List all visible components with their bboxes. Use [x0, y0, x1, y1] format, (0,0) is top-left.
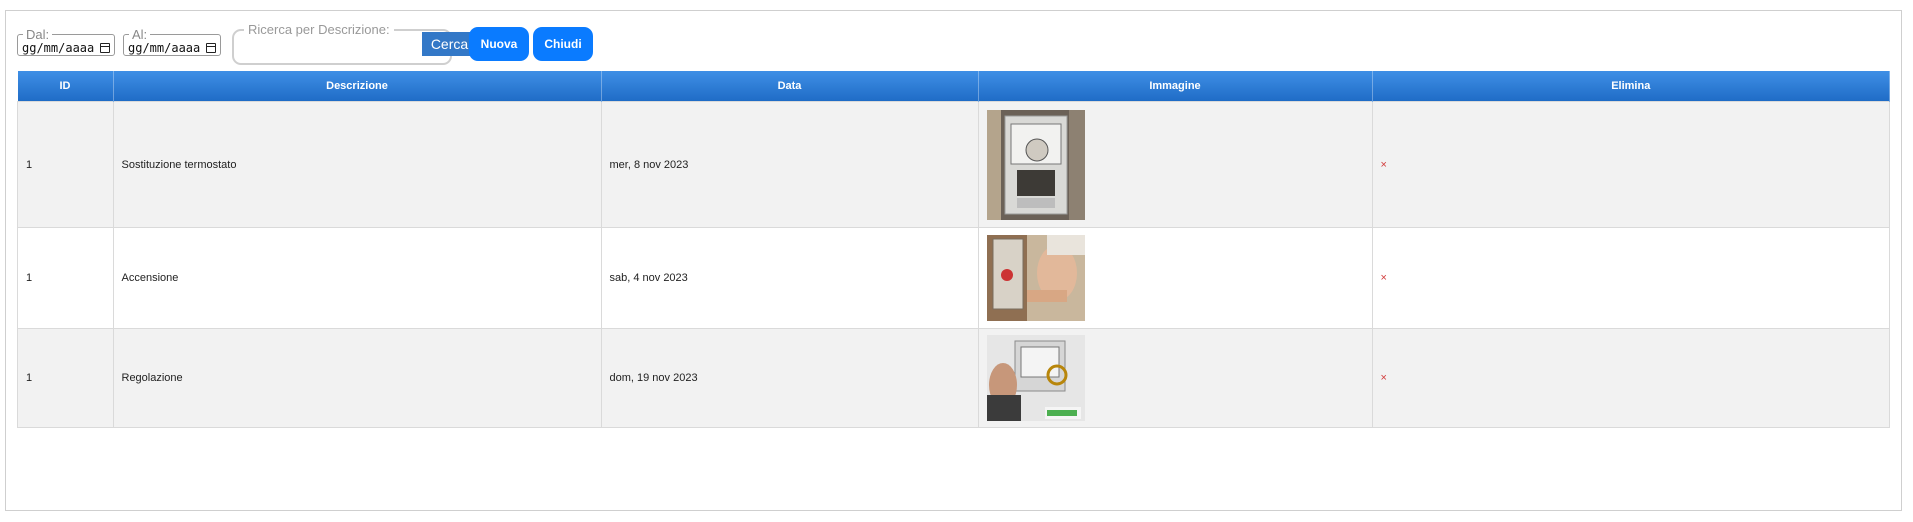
column-header-description[interactable]: Descrizione	[113, 71, 602, 102]
boiler-thumbnail[interactable]	[986, 335, 1085, 421]
delete-icon[interactable]: ×	[1381, 372, 1387, 384]
column-header-delete[interactable]: Elimina	[1372, 71, 1890, 102]
search-label: Ricerca per Descrizione:	[248, 22, 390, 37]
cell-image	[977, 328, 1373, 428]
cell-id: 1	[17, 227, 114, 329]
cell-date: mer, 8 nov 2023	[600, 101, 979, 228]
date-from-input[interactable]: gg/mm/aaaa	[22, 41, 94, 55]
cell-date: dom, 19 nov 2023	[600, 328, 979, 428]
cell-description: Sostituzione termostato	[112, 101, 602, 228]
calendar-icon[interactable]	[100, 43, 111, 53]
cell-id: 1	[17, 328, 114, 428]
cell-delete[interactable]: ×	[1371, 101, 1890, 228]
column-header-id[interactable]: ID	[17, 71, 114, 102]
cell-date: sab, 4 nov 2023	[600, 227, 979, 329]
delete-icon[interactable]: ×	[1381, 159, 1387, 171]
main-panel: Dal: gg/mm/aaaa Al: gg/mm/aaaa Ricerca p…	[5, 10, 1902, 511]
search-input[interactable]	[240, 37, 448, 55]
records-table: ID Descrizione Data Immagine Elimina 1 S…	[17, 71, 1890, 428]
cell-description: Regolazione	[112, 328, 602, 428]
date-to-label: Al:	[132, 27, 148, 42]
cell-image	[977, 101, 1373, 228]
filter-bar: Dal: gg/mm/aaaa Al: gg/mm/aaaa Ricerca p…	[17, 22, 817, 74]
date-to-input[interactable]: gg/mm/aaaa	[128, 41, 200, 55]
cell-description: Accensione	[112, 227, 602, 329]
date-from-label: Dal:	[26, 27, 50, 42]
boiler-thumbnail[interactable]	[986, 235, 1085, 321]
table-row[interactable]: 1 Regolazione dom, 19 nov 2023 ×	[17, 328, 1890, 428]
date-from-field[interactable]: Dal: gg/mm/aaaa	[17, 27, 116, 56]
date-to-field[interactable]: Al: gg/mm/aaaa	[123, 27, 222, 56]
table-row[interactable]: 1 Accensione sab, 4 nov 2023 ×	[17, 227, 1890, 329]
delete-icon[interactable]: ×	[1381, 272, 1387, 284]
table-row[interactable]: 1 Sostituzione termostato mer, 8 nov 202…	[17, 101, 1890, 228]
cell-image	[977, 227, 1373, 329]
column-header-date[interactable]: Data	[601, 71, 979, 102]
boiler-thumbnail[interactable]	[986, 109, 1085, 220]
cell-delete[interactable]: ×	[1371, 328, 1890, 428]
table-header-row: ID Descrizione Data Immagine Elimina	[17, 71, 1890, 102]
cell-delete[interactable]: ×	[1371, 227, 1890, 329]
search-field[interactable]: Ricerca per Descrizione:	[232, 22, 452, 65]
new-button[interactable]: Nuova	[469, 27, 529, 61]
column-header-image[interactable]: Immagine	[978, 71, 1373, 102]
calendar-icon[interactable]	[206, 43, 217, 53]
close-button[interactable]: Chiudi	[533, 27, 593, 61]
cell-id: 1	[17, 101, 114, 228]
